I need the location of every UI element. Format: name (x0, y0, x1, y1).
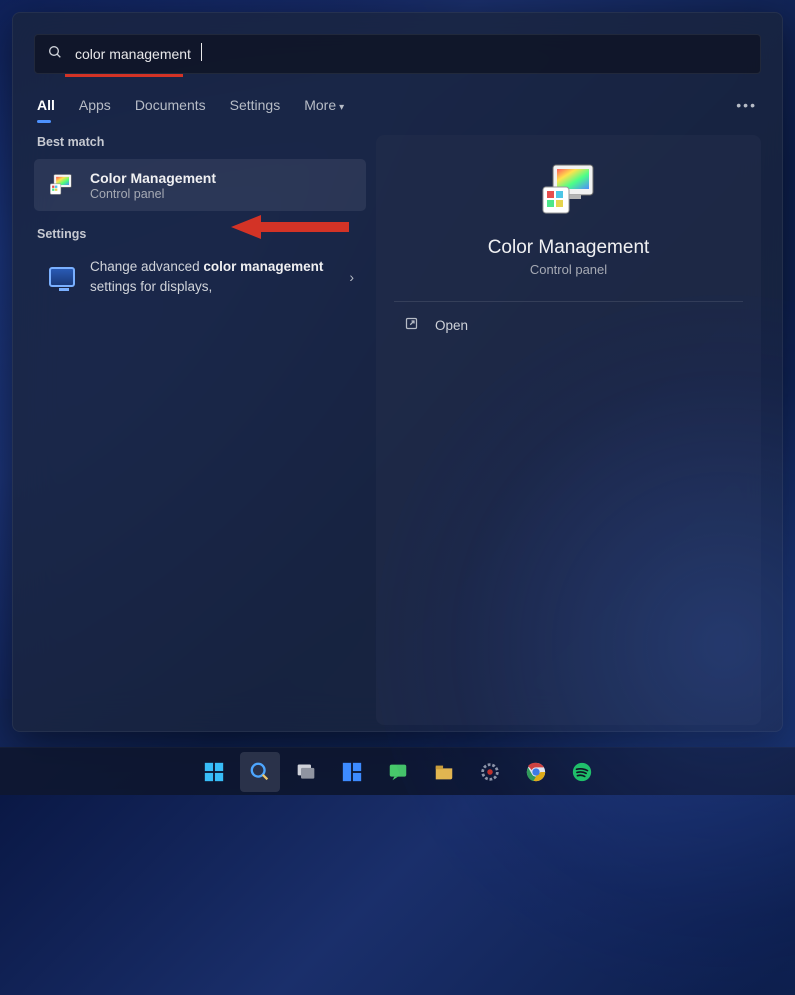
preview-pane: Color Management Control panel Open (376, 135, 761, 725)
result-subtitle: Control panel (90, 187, 354, 201)
result-advanced-color-settings[interactable]: Change advanced color management setting… (34, 247, 366, 308)
preview-icon (537, 159, 601, 223)
tab-documents[interactable]: Documents (135, 97, 206, 113)
chrome-button[interactable] (516, 752, 556, 792)
spotify-button[interactable] (562, 752, 602, 792)
tab-more-label: More (304, 97, 336, 113)
open-icon (404, 316, 419, 334)
settings-app-button[interactable] (470, 752, 510, 792)
task-view-button[interactable] (286, 752, 326, 792)
annotation-underline (65, 74, 183, 77)
overflow-menu-button[interactable]: ••• (736, 97, 761, 113)
open-action[interactable]: Open (376, 302, 761, 348)
tab-all[interactable]: All (37, 97, 55, 113)
taskbar (0, 747, 795, 795)
preview-subtitle: Control panel (394, 262, 743, 277)
tab-settings[interactable]: Settings (230, 97, 281, 113)
chevron-down-icon: ▾ (339, 102, 344, 113)
result-description: Change advanced color management setting… (90, 257, 349, 298)
open-label: Open (435, 318, 468, 333)
widgets-button[interactable] (332, 752, 372, 792)
preview-title: Color Management (394, 237, 743, 259)
color-management-icon (46, 169, 78, 201)
search-icon (47, 44, 63, 65)
result-title: Color Management (90, 170, 354, 186)
tab-apps[interactable]: Apps (79, 97, 111, 113)
search-input[interactable] (75, 46, 748, 62)
chevron-right-icon: › (349, 269, 354, 285)
text-caret (201, 43, 202, 61)
tab-more[interactable]: More▾ (304, 97, 344, 113)
filter-tabs: All Apps Documents Settings More▾ ••• (34, 97, 761, 113)
result-color-management[interactable]: Color Management Control panel (34, 159, 366, 211)
search-bar[interactable] (34, 34, 761, 74)
results-column: Best match (34, 135, 366, 725)
search-taskbar-button[interactable] (240, 752, 280, 792)
chat-button[interactable] (378, 752, 418, 792)
search-panel: All Apps Documents Settings More▾ ••• Be… (12, 12, 783, 732)
best-match-heading: Best match (34, 135, 366, 149)
settings-heading: Settings (34, 227, 366, 241)
start-button[interactable] (194, 752, 234, 792)
monitor-icon (46, 261, 78, 293)
file-explorer-button[interactable] (424, 752, 464, 792)
